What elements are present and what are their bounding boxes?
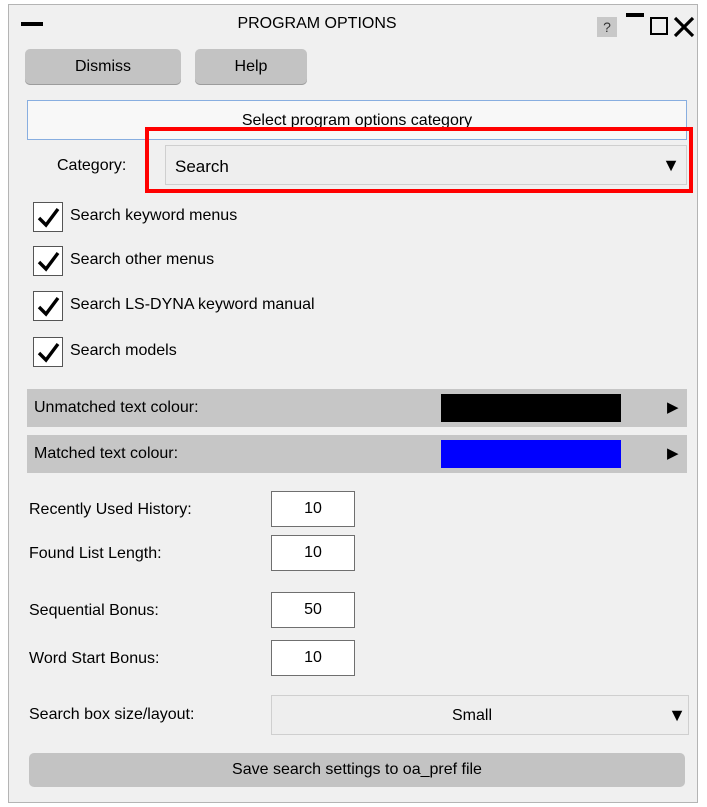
checkbox-box[interactable] [33,246,63,276]
matched-colour-swatch[interactable] [441,440,621,468]
search-box-layout-label: Search box size/layout: [29,706,195,723]
dismiss-button[interactable]: Dismiss [25,49,181,85]
checkmark-icon [37,342,60,363]
expand-arrow-icon[interactable]: ▶ [667,444,679,462]
checkbox-box[interactable] [33,202,63,232]
category-selected-value: Search [175,157,229,176]
close-icon[interactable] [673,13,695,39]
checkbox-label: Search models [70,342,177,359]
save-settings-button[interactable]: Save search settings to oa_pref file [29,753,685,787]
window-title: PROGRAM OPTIONS [237,15,397,32]
matched-colour-label: Matched text colour: [34,445,179,462]
unmatched-colour-swatch[interactable] [441,394,621,422]
help-icon[interactable]: ? [597,17,617,37]
checkbox-label: Search LS-DYNA keyword manual [70,296,315,313]
dropdown-arrow-icon: ▼ [662,155,680,175]
recently-used-history-label: Recently Used History: [29,501,192,518]
maximize-icon[interactable] [650,17,668,35]
expand-arrow-icon[interactable]: ▶ [667,398,679,416]
word-start-bonus-label: Word Start Bonus: [29,650,160,667]
checkbox-label: Search keyword menus [70,207,238,224]
found-list-length-label: Found List Length: [29,545,162,562]
checkmark-icon [37,251,60,272]
checkbox-box[interactable] [33,337,63,367]
dropdown-arrow-icon: ▼ [668,705,686,725]
word-start-bonus-input[interactable]: 10 [271,640,355,676]
layout-selected-value: Small [451,707,492,724]
category-header: Select program options category [27,100,687,140]
checkmark-icon [37,207,60,228]
help-button[interactable]: Help [195,49,307,85]
checkmark-icon [37,296,60,317]
matched-colour-row[interactable]: Matched text colour: ▶ [27,435,687,473]
minimize-icon[interactable] [626,13,644,19]
sequential-bonus-input[interactable]: 50 [271,592,355,628]
found-list-length-input[interactable]: 10 [271,535,355,571]
program-options-window: PROGRAM OPTIONS ? Dismiss Help Select pr… [8,4,698,803]
checkbox-box[interactable] [33,291,63,321]
sequential-bonus-label: Sequential Bonus: [29,602,159,619]
recently-used-history-input[interactable]: 10 [271,491,355,527]
unmatched-colour-row[interactable]: Unmatched text colour: ▶ [27,389,687,427]
title-bar: PROGRAM OPTIONS ? [9,5,697,43]
category-label: Category: [57,157,127,174]
category-dropdown[interactable]: Search ▼ [165,145,687,185]
unmatched-colour-label: Unmatched text colour: [34,399,199,416]
checkbox-label: Search other menus [70,251,215,268]
search-box-layout-dropdown[interactable]: Small ▼ [271,695,689,735]
